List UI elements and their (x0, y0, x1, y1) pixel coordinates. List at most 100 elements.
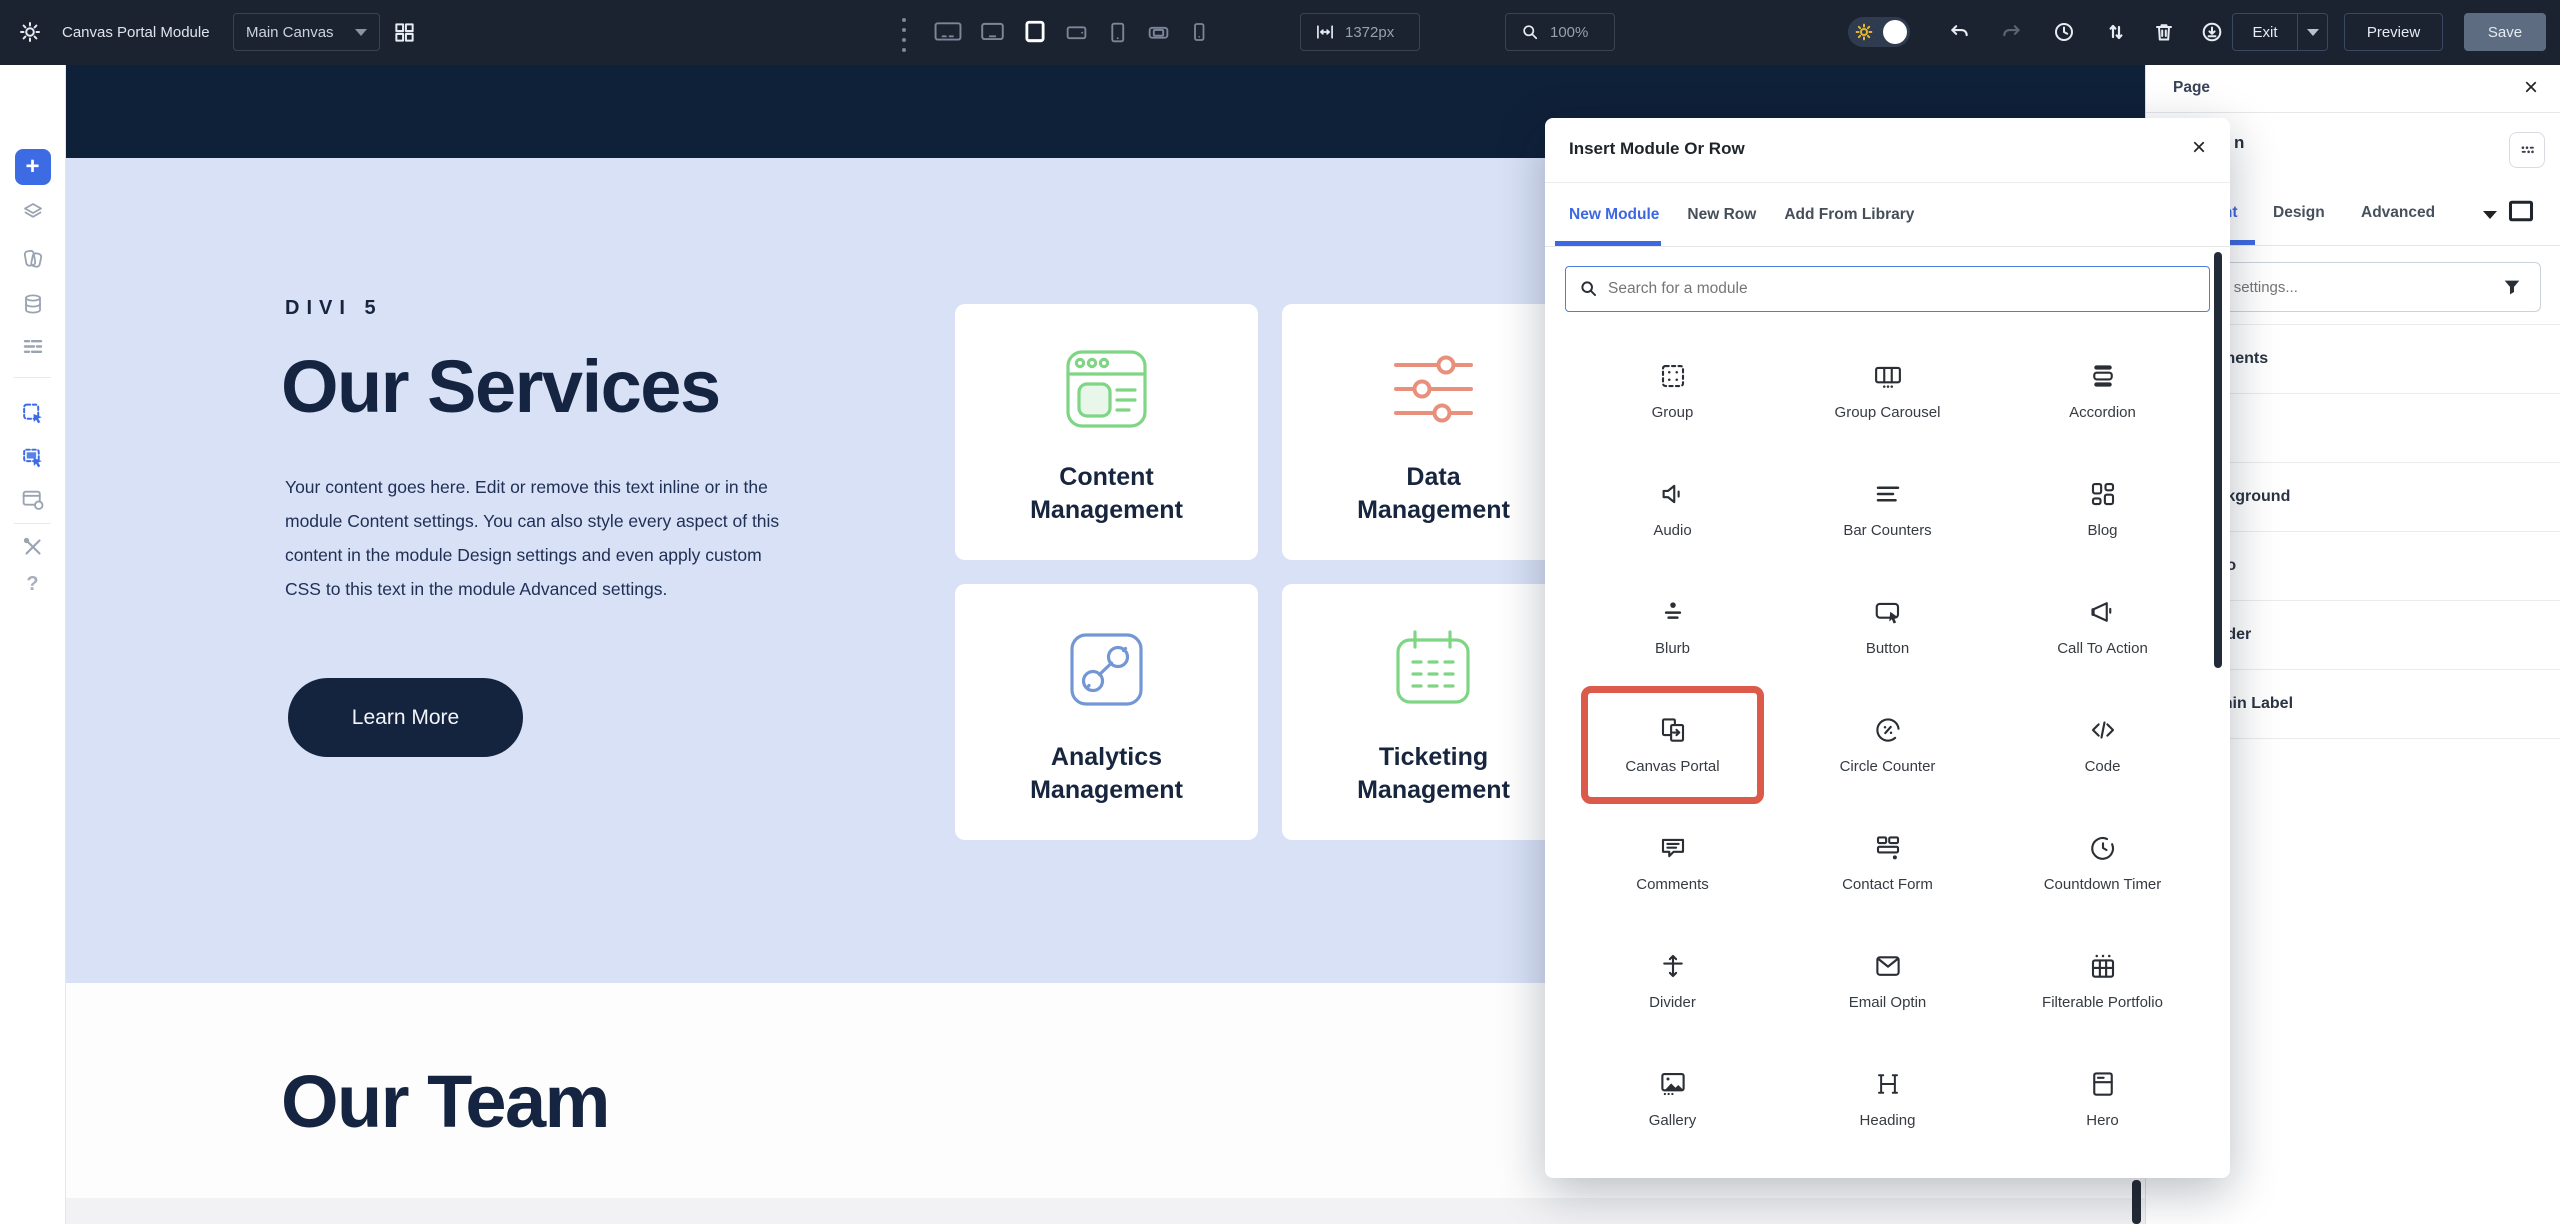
modal-close-icon[interactable]: × (2192, 136, 2206, 160)
canvas-portal-icon (1658, 715, 1688, 745)
blurb-icon (1658, 597, 1688, 627)
module-item-comments[interactable]: Comments (1565, 804, 1780, 922)
card-data-management[interactable]: Data Management (1282, 304, 1585, 560)
canvas-width-field[interactable]: 1372px (1300, 13, 1420, 51)
tab-new-row[interactable]: New Row (1687, 206, 1756, 224)
outline-list-icon[interactable] (21, 335, 45, 359)
zoom-value: 100% (1550, 24, 1588, 41)
tab-new-module[interactable]: New Module (1569, 206, 1659, 224)
module-search (1565, 266, 2210, 312)
sliders-icon (1386, 342, 1481, 437)
tab-advanced[interactable]: Advanced (2361, 204, 2435, 222)
select-module-icon[interactable] (20, 401, 45, 426)
sidebar-divider (14, 377, 51, 378)
laptop-icon[interactable] (1022, 19, 1048, 45)
module-item-canvas-portal[interactable]: Canvas Portal (1581, 686, 1764, 804)
email-optin-icon (1873, 951, 1903, 981)
panel-occluded-heading: n (2234, 133, 2244, 153)
team-heading[interactable]: Our Team (281, 1065, 609, 1139)
active-tab-underline (1555, 241, 1661, 246)
module-item-circle-counter[interactable]: Circle Counter (1780, 686, 1995, 804)
panel-close-icon[interactable]: × (2524, 76, 2538, 100)
module-item-bar-counters[interactable]: Bar Counters (1780, 450, 1995, 568)
module-item-call-to-action[interactable]: Call To Action (1995, 568, 2210, 686)
card-content-management[interactable]: Content Management (955, 304, 1258, 560)
add-module-icon[interactable]: + (15, 149, 51, 185)
group-icon (1658, 361, 1688, 391)
insert-module-modal: Insert Module Or Row × New Module New Ro… (1545, 118, 2230, 1178)
module-item-group-carousel[interactable]: Group Carousel (1780, 332, 1995, 450)
save-button[interactable]: Save (2464, 13, 2546, 51)
library-window-icon[interactable] (20, 487, 45, 512)
design-presets-icon[interactable] (21, 247, 45, 271)
tab-add-from-library[interactable]: Add From Library (1784, 206, 1914, 224)
tools-icon[interactable] (21, 535, 45, 559)
section-eyebrow[interactable]: DIVI 5 (285, 297, 383, 320)
module-item-blurb[interactable]: Blurb (1565, 568, 1780, 686)
module-search-input[interactable] (1565, 266, 2210, 312)
module-item-email-optin[interactable]: Email Optin (1780, 922, 1995, 1040)
module-item-heading[interactable]: Heading (1780, 1040, 1995, 1158)
undo-icon[interactable] (1948, 21, 1971, 44)
module-item-button[interactable]: Button (1780, 568, 1995, 686)
preview-button[interactable]: Preview (2344, 13, 2443, 51)
phone-icon[interactable] (1187, 20, 1211, 44)
canvas-scrollbar[interactable] (2132, 1180, 2141, 1224)
portability-icon[interactable] (2200, 20, 2224, 44)
up-down-arrows-icon[interactable] (2104, 20, 2128, 44)
module-item-blog[interactable]: Blog (1995, 450, 2210, 568)
gear-icon[interactable] (18, 20, 42, 44)
module-item-code[interactable]: Code (1995, 686, 2210, 804)
learn-more-button[interactable]: Learn More (288, 678, 523, 757)
modal-title: Insert Module Or Row (1569, 139, 1745, 159)
canvas-selector[interactable]: Main Canvas (233, 13, 380, 51)
services-heading[interactable]: Our Services (281, 350, 720, 424)
layers-icon[interactable] (21, 200, 45, 224)
layout-grid-icon[interactable] (393, 21, 416, 44)
module-item-audio[interactable]: Audio (1565, 450, 1780, 568)
module-item-countdown-timer[interactable]: Countdown Timer (1995, 804, 2210, 922)
card-title: Analytics Management (1001, 741, 1213, 806)
card-analytics-management[interactable]: Analytics Management (955, 584, 1258, 840)
modal-header: Insert Module Or Row × (1545, 118, 2230, 183)
card-ticketing-management[interactable]: Ticketing Management (1282, 584, 1585, 840)
tablet-icon[interactable] (1105, 20, 1130, 45)
exit-dropdown-button[interactable] (2298, 13, 2328, 51)
modal-tabs: New Module New Row Add From Library (1545, 183, 2230, 247)
help-icon[interactable]: ? (26, 573, 38, 596)
select-row-icon[interactable] (20, 445, 45, 470)
exit-button[interactable]: Exit (2232, 13, 2298, 51)
search-icon (1578, 278, 1599, 299)
module-item-contact-form[interactable]: Contact Form (1780, 804, 1995, 922)
magnifier-icon (1520, 22, 1540, 42)
database-icon[interactable] (21, 292, 45, 316)
module-item-group[interactable]: Group (1565, 332, 1780, 450)
module-item-divider[interactable]: Divider (1565, 922, 1780, 1040)
vertical-dots-icon[interactable] (902, 18, 906, 52)
zoom-field[interactable]: 100% (1505, 13, 1615, 51)
phone-landscape-icon[interactable] (1146, 20, 1171, 45)
redo-icon[interactable] (2000, 21, 2023, 44)
history-icon[interactable] (2052, 20, 2076, 44)
desktop-wide-icon[interactable] (933, 19, 963, 45)
presets-icon[interactable] (2509, 132, 2545, 168)
tab-design[interactable]: Design (2273, 204, 2325, 222)
module-grid: Group Group Carousel Accordion Audio Bar… (1565, 332, 2210, 1158)
tablet-landscape-icon[interactable] (1064, 20, 1089, 45)
panel-header: Page × (2146, 65, 2560, 113)
divider-icon (1658, 951, 1688, 981)
module-item-filterable-portfolio[interactable]: Filterable Portfolio (1995, 922, 2210, 1040)
module-item-hero[interactable]: Hero (1995, 1040, 2210, 1158)
contact-form-icon (1873, 833, 1903, 863)
filter-icon[interactable] (2501, 276, 2523, 303)
trash-icon[interactable] (2152, 20, 2176, 44)
settings-toggle[interactable] (1848, 17, 1910, 47)
chevron-down-icon[interactable] (2483, 211, 2497, 219)
toggle-knob (1883, 20, 1907, 44)
modal-scrollbar[interactable] (2214, 252, 2222, 668)
desktop-icon[interactable] (979, 19, 1006, 45)
services-paragraph[interactable]: Your content goes here. Edit or remove t… (285, 470, 797, 607)
desktop-view-icon[interactable] (2506, 197, 2536, 225)
module-item-accordion[interactable]: Accordion (1995, 332, 2210, 450)
module-item-gallery[interactable]: Gallery (1565, 1040, 1780, 1158)
